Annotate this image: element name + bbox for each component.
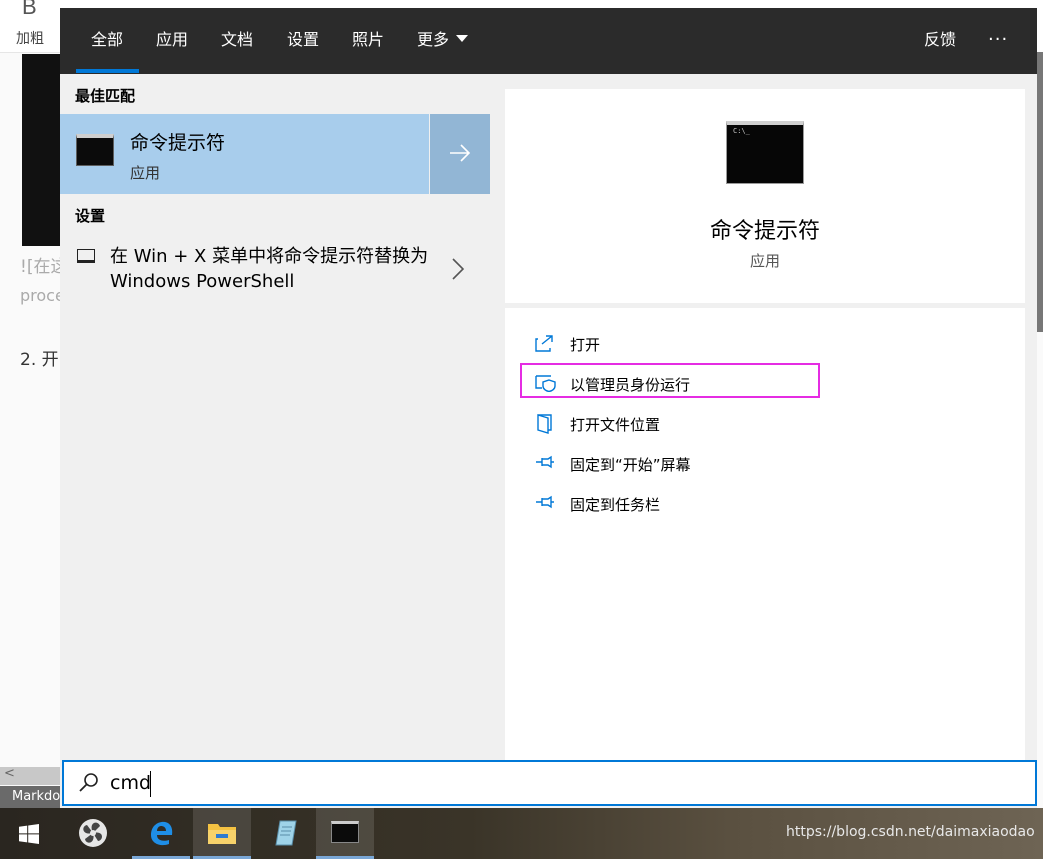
action-label: 固定到“开始”屏幕 (570, 456, 691, 474)
settings-heading: 设置 (75, 207, 106, 225)
editor-image (22, 54, 62, 246)
best-match-heading: 最佳匹配 (75, 87, 136, 105)
tab-label: 照片 (352, 30, 385, 49)
action-run-as-admin[interactable]: 以管理员身份运行 (520, 366, 820, 402)
tab-label: 文档 (221, 30, 254, 49)
feedback-button[interactable]: 反馈 (924, 8, 956, 74)
more-options-button[interactable]: ··· (988, 8, 1008, 74)
result-subtitle: 应用 (130, 164, 161, 182)
expand-result-button[interactable] (430, 114, 490, 194)
tab-settings[interactable]: 设置 (287, 8, 319, 74)
folder-icon (208, 824, 236, 844)
watermark-text: https://blog.csdn.net/daimaxiaodao (786, 824, 1035, 840)
tab-more[interactable]: 更多 (417, 8, 469, 74)
feedback-label: 反馈 (924, 30, 957, 49)
chevron-down-icon (456, 35, 469, 42)
settings-result[interactable]: 在 Win + X 菜单中将命令提示符替换为 Windows PowerShel… (60, 238, 490, 298)
action-open[interactable]: 打开 (520, 326, 820, 362)
chevron-right-icon (452, 258, 464, 280)
active-tab-indicator (76, 69, 139, 73)
editor-scrollbar[interactable] (1037, 52, 1043, 332)
open-icon (535, 335, 553, 352)
start-button[interactable] (0, 808, 58, 859)
scroll-left-icon[interactable]: < (4, 766, 15, 781)
editor-text-line: proce (20, 286, 65, 305)
app-preview-card: C:\_ 命令提示符 应用 (505, 89, 1025, 303)
command-prompt-icon: C:\_ (726, 121, 804, 184)
tab-label: 更多 (417, 30, 450, 49)
tab-label: 应用 (156, 30, 189, 49)
action-label: 固定到任务栏 (570, 496, 661, 514)
action-pin-to-start[interactable]: 固定到“开始”屏幕 (520, 446, 820, 482)
notepad-icon (275, 820, 297, 846)
file-location-icon (537, 414, 552, 434)
pin-icon (536, 455, 554, 469)
taskbar-file-explorer[interactable] (193, 808, 251, 859)
best-match-result[interactable]: 命令提示符 应用 (60, 114, 429, 194)
action-label: 打开 (570, 336, 601, 354)
action-pin-to-taskbar[interactable]: 固定到任务栏 (520, 486, 820, 522)
shield-icon (535, 375, 556, 392)
text-caret (150, 771, 151, 797)
pin-icon (536, 495, 554, 509)
command-prompt-icon (331, 821, 359, 843)
windows-logo-icon (19, 824, 39, 844)
laptop-icon (77, 249, 95, 263)
edge-icon (151, 821, 173, 846)
arrow-right-icon (450, 144, 471, 162)
preview-title: 命令提示符 (709, 219, 820, 244)
bold-icon[interactable]: B (22, 0, 37, 20)
icon-prompt-text: C:\_ (733, 127, 750, 135)
search-panel: 全部 应用 文档 设置 照片 更多 反馈 ··· 最佳匹配 命令提示符 应用 设… (60, 8, 1037, 808)
tab-documents[interactable]: 文档 (221, 8, 253, 74)
tab-label: 设置 (287, 30, 320, 49)
tab-apps[interactable]: 应用 (156, 8, 188, 74)
command-prompt-icon (76, 134, 114, 166)
taskbar-app-fan[interactable] (64, 808, 122, 859)
filter-tab-bar: 全部 应用 文档 设置 照片 更多 反馈 ··· (60, 8, 1037, 74)
action-list: 打开 以管理员身份运行 打开文件位置 固定到“开始”屏幕 固定到任务栏 (505, 308, 1025, 760)
action-label: 打开文件位置 (570, 416, 661, 434)
taskbar-cmd[interactable] (316, 808, 374, 859)
editor-text-line: 2. 开 (20, 350, 59, 370)
taskbar-edge[interactable] (132, 808, 190, 859)
result-title: 命令提示符 (130, 132, 226, 154)
action-label: 以管理员身份运行 (570, 376, 691, 394)
taskbar-notepad[interactable] (255, 808, 313, 859)
tab-all[interactable]: 全部 (91, 8, 123, 74)
tab-photos[interactable]: 照片 (352, 8, 384, 74)
action-open-file-location[interactable]: 打开文件位置 (520, 406, 820, 442)
ellipsis-icon: ··· (988, 29, 1009, 50)
preview-subtitle: 应用 (749, 252, 780, 270)
bold-label[interactable]: 加粗 (16, 28, 44, 48)
tab-label: 全部 (91, 30, 124, 49)
search-icon (79, 773, 98, 792)
search-input-value: cmd (110, 772, 152, 794)
fan-icon (79, 819, 107, 847)
search-input[interactable]: cmd (62, 760, 1037, 806)
settings-result-text: 在 Win + X 菜单中将命令提示符替换为 Windows PowerShel… (110, 246, 429, 292)
